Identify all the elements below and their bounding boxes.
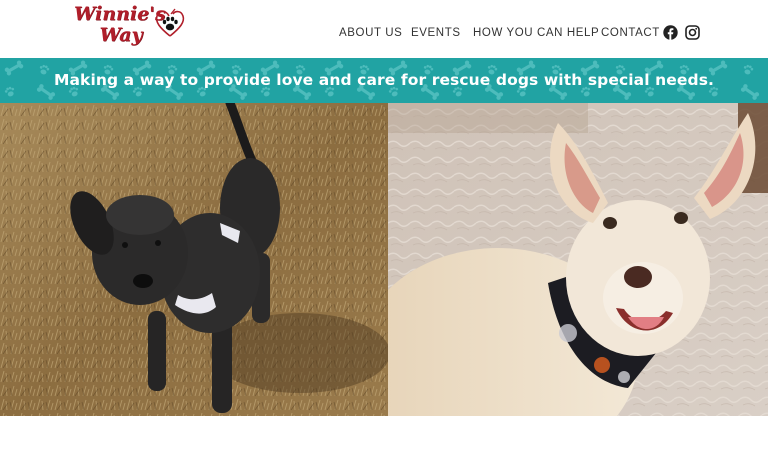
tagline-text: Making a way to provide love and care fo… <box>53 71 715 89</box>
tagline-banner: Making a way to provide love and care fo… <box>0 58 768 103</box>
nav-item-how-you-can-help[interactable]: HOW YOU CAN HELP <box>473 24 599 42</box>
nav-item-events[interactable]: EVENTS <box>411 24 461 42</box>
site-header: Winnie's Way ABOUT US EVENTS HOW YOU CAN… <box>0 0 768 58</box>
nav-item-about-us[interactable]: ABOUT US <box>339 24 402 42</box>
nav-item-contact[interactable]: CONTACT <box>601 24 660 42</box>
cream-dog-photo <box>388 103 768 416</box>
instagram-icon[interactable] <box>685 25 700 40</box>
main-nav: ABOUT US EVENTS HOW YOU CAN HELP CONTACT <box>0 24 768 42</box>
black-dog-photo <box>0 103 388 416</box>
facebook-icon[interactable] <box>663 25 678 40</box>
logo-line-1: Winnie's <box>74 3 166 25</box>
content-area <box>0 416 768 460</box>
